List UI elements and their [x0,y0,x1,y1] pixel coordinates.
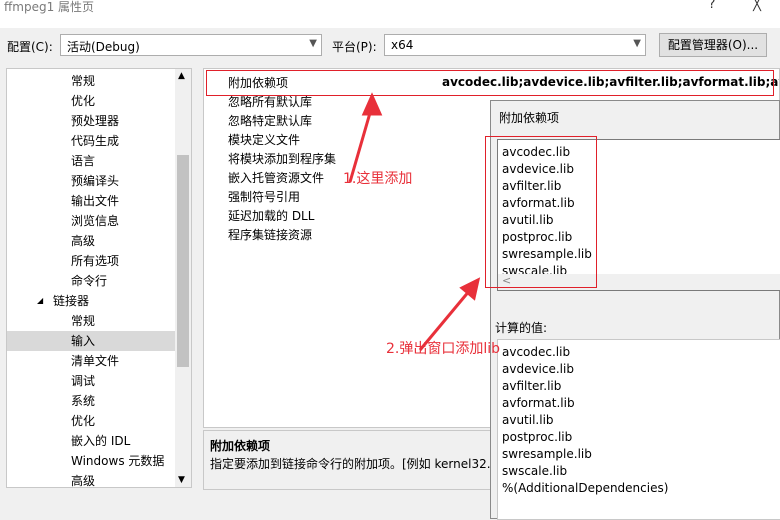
arrow-1-head [361,92,383,116]
annotation-note-1: 1.这里添加 [343,171,413,187]
annotation-arrows [348,92,481,351]
annotation-note-2: 2.弹出窗口添加lib [386,341,501,357]
